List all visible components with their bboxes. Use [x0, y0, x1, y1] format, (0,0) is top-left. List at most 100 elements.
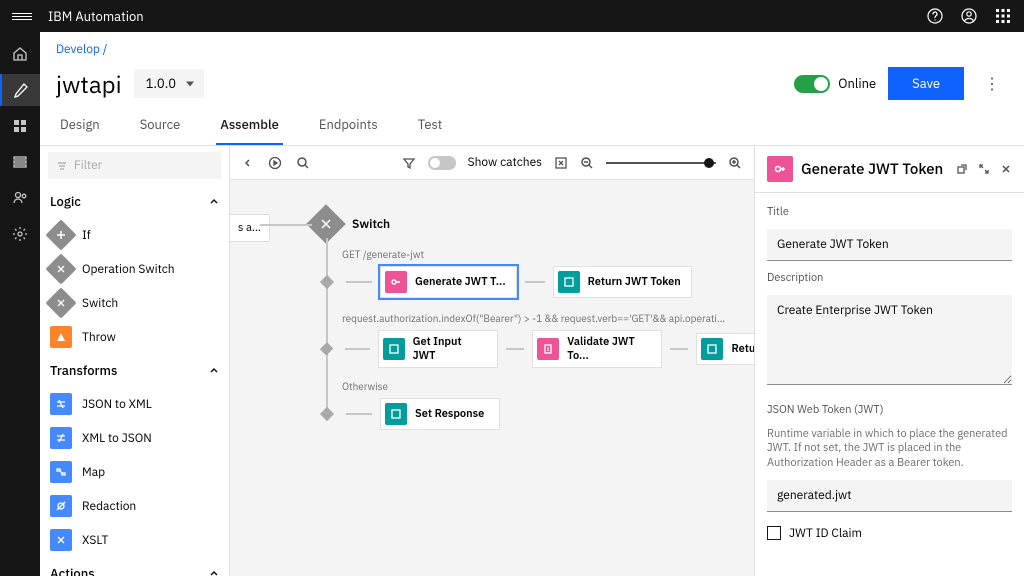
- node-set-response[interactable]: Set Response: [380, 398, 500, 430]
- xslt-icon: [50, 529, 72, 551]
- toggle-switch[interactable]: [794, 75, 830, 93]
- section-logic[interactable]: Logic: [40, 185, 229, 218]
- brand-prefix: IBM: [48, 8, 72, 25]
- get-input-jwt-icon: [383, 338, 405, 360]
- description-input[interactable]: Create Enterprise JWT Token: [767, 295, 1012, 385]
- palette-item-operation-switch[interactable]: Operation Switch: [40, 252, 229, 286]
- user-icon[interactable]: [960, 7, 978, 25]
- jwt-input[interactable]: [767, 480, 1012, 512]
- version-select[interactable]: 1.0.0: [134, 69, 204, 98]
- tab-assemble[interactable]: Assemble: [216, 108, 283, 145]
- node-return-2[interactable]: Retur...: [696, 333, 754, 365]
- section-label: Actions: [50, 565, 95, 576]
- jwt-help: Runtime variable in which to place the g…: [767, 427, 1012, 470]
- topbar: IBM Automation: [0, 0, 1024, 32]
- expand-icon[interactable]: [978, 163, 990, 175]
- return-jwt-icon: [558, 271, 580, 293]
- jwt-label: JSON Web Token (JWT): [767, 403, 1012, 417]
- start-chip[interactable]: s a...: [230, 214, 270, 242]
- breadcrumb-root[interactable]: Develop: [56, 42, 100, 57]
- branch-dot: [320, 275, 334, 289]
- nav-settings[interactable]: [0, 218, 40, 250]
- filter-icon: [56, 160, 68, 172]
- description-label: Description: [767, 271, 1012, 285]
- jwt-id-claim-checkbox[interactable]: JWT ID Claim: [767, 522, 1012, 541]
- xml-to-json-icon: [50, 427, 72, 449]
- palette-item-redaction[interactable]: Redaction: [40, 489, 229, 523]
- overflow-menu-icon[interactable]: ⋮: [976, 74, 1008, 94]
- filter-input[interactable]: Filter: [48, 152, 221, 179]
- generate-jwt-icon: [385, 271, 407, 293]
- chevron-up-icon: [209, 569, 219, 576]
- title-input[interactable]: [767, 229, 1012, 261]
- zoom-slider[interactable]: [606, 162, 716, 164]
- if-icon: [45, 219, 76, 250]
- palette-item-throw[interactable]: Throw: [40, 320, 229, 354]
- fit-icon[interactable]: [554, 156, 568, 170]
- node-generate-jwt[interactable]: Generate JWT T...: [380, 266, 517, 298]
- breadcrumb: Develop /: [40, 32, 1024, 61]
- left-nav: [0, 32, 40, 576]
- nav-manage[interactable]: [0, 146, 40, 178]
- branch-3-condition: Otherwise: [342, 380, 388, 393]
- palette-item-json-to-xml[interactable]: JSON to XML: [40, 387, 229, 421]
- nav-members[interactable]: [0, 182, 40, 214]
- search-icon[interactable]: [296, 156, 310, 170]
- node-validate-jwt[interactable]: Validate JWT To...: [532, 330, 662, 368]
- page-header: jwtapi 1.0.0 Online Save ⋮: [40, 61, 1024, 108]
- node-return-jwt[interactable]: Return JWT Token: [553, 266, 692, 298]
- tab-design[interactable]: Design: [56, 108, 104, 145]
- switch-icon: [45, 287, 76, 318]
- tabs: Design Source Assemble Endpoints Test: [40, 108, 1024, 146]
- tab-source[interactable]: Source: [136, 108, 185, 145]
- branch-2-condition: request.authorization.indexOf("Bearer") …: [342, 312, 732, 325]
- switch-label: Switch: [352, 217, 390, 232]
- palette-item-xml-to-json[interactable]: XML to JSON: [40, 421, 229, 455]
- palette-item-if[interactable]: If: [40, 218, 229, 252]
- branch-dot: [320, 407, 334, 421]
- popout-icon[interactable]: [956, 163, 968, 175]
- back-icon[interactable]: [242, 157, 254, 169]
- canvas-toolbar: Show catches: [230, 146, 754, 180]
- app-switcher-icon[interactable]: [994, 7, 1012, 25]
- palette: Filter Logic If Operation Switch Switch …: [40, 146, 230, 576]
- brand: IBM Automation: [48, 8, 144, 25]
- nav-home[interactable]: [0, 38, 40, 70]
- filter-icon[interactable]: [402, 156, 416, 170]
- nav-develop[interactable]: [0, 74, 40, 106]
- close-icon[interactable]: [1000, 163, 1012, 175]
- map-icon: [50, 461, 72, 483]
- save-button[interactable]: Save: [888, 67, 964, 100]
- palette-item-xslt[interactable]: XSLT: [40, 523, 229, 557]
- help-icon[interactable]: [926, 7, 944, 25]
- zoom-in-icon[interactable]: [728, 156, 742, 170]
- palette-item-switch[interactable]: Switch: [40, 286, 229, 320]
- properties-panel: Generate JWT Token Title Description Cre…: [754, 146, 1024, 576]
- online-toggle[interactable]: Online: [794, 75, 876, 93]
- validate-jwt-icon: [537, 338, 559, 360]
- show-catches-label: Show catches: [468, 155, 542, 170]
- show-catches-toggle[interactable]: [428, 156, 456, 170]
- section-actions[interactable]: Actions: [40, 557, 229, 576]
- chevron-up-icon: [209, 197, 219, 207]
- section-label: Logic: [50, 193, 81, 210]
- zoom-out-icon[interactable]: [580, 156, 594, 170]
- hamburger-icon[interactable]: [12, 13, 32, 20]
- brand-name: Automation: [75, 8, 143, 25]
- breadcrumb-sep: /: [103, 42, 108, 57]
- node-get-input-jwt[interactable]: Get Input JWT: [378, 330, 498, 368]
- props-title: Generate JWT Token: [801, 160, 948, 179]
- palette-item-map[interactable]: Map: [40, 455, 229, 489]
- return-icon: [701, 338, 723, 360]
- toggle-label: Online: [838, 75, 876, 92]
- nav-catalog[interactable]: [0, 110, 40, 142]
- page-title: jwtapi: [56, 68, 122, 100]
- branch-1-condition: GET /generate-jwt: [342, 248, 424, 261]
- canvas[interactable]: s a... Switch GET /generate-jwt Generate…: [230, 180, 754, 576]
- play-icon[interactable]: [268, 156, 282, 170]
- section-transforms[interactable]: Transforms: [40, 354, 229, 387]
- checkbox-box[interactable]: [767, 526, 781, 540]
- tab-test[interactable]: Test: [414, 108, 447, 145]
- switch-node[interactable]: Switch: [312, 210, 390, 238]
- tab-endpoints[interactable]: Endpoints: [315, 108, 382, 145]
